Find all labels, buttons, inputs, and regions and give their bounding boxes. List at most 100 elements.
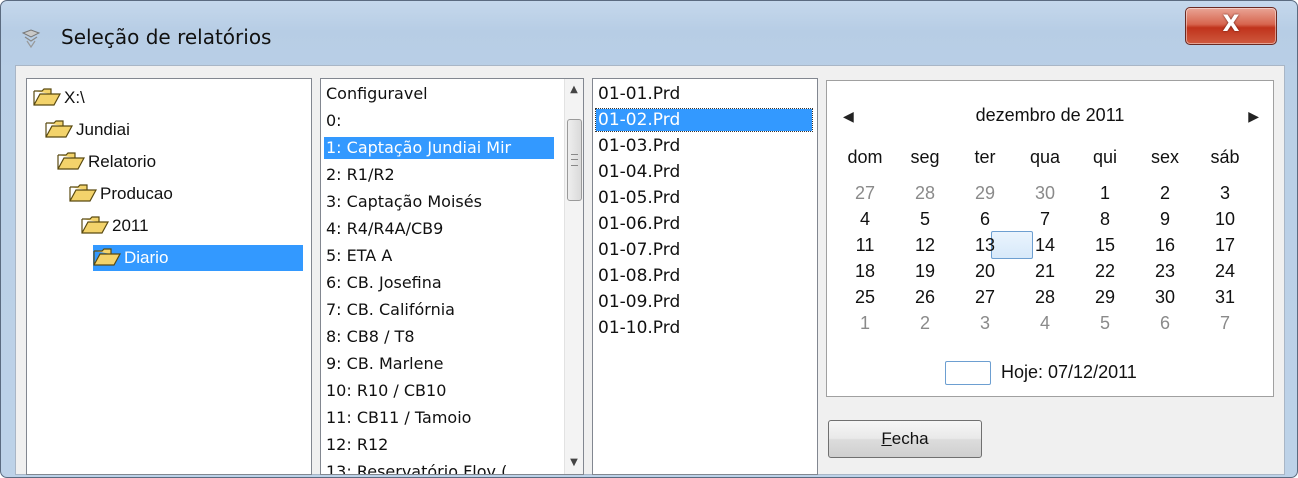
- report-list-item[interactable]: 2: R1/R2: [324, 164, 397, 186]
- file-list-item[interactable]: 01-09.Prd: [596, 291, 682, 313]
- report-list-item[interactable]: 5: ETA A: [324, 245, 394, 267]
- tree-item-label: Diario: [124, 248, 169, 267]
- file-listbox[interactable]: 01-01.Prd 01-02.Prd 01-03.Prd 01-04.Prd 01-0…: [592, 78, 818, 475]
- calendar-day[interactable]: 4: [1017, 311, 1073, 335]
- calendar-month-title[interactable]: dezembro de 2011: [827, 105, 1273, 126]
- file-list-item[interactable]: 01-07.Prd: [596, 239, 682, 261]
- calendar-day[interactable]: 3: [1197, 181, 1253, 205]
- calendar-day[interactable]: 6: [1137, 311, 1193, 335]
- calendar-day[interactable]: 12: [897, 233, 953, 257]
- calendar-day[interactable]: 25: [837, 285, 893, 309]
- calendar-day[interactable]: 28: [897, 181, 953, 205]
- report-list-item[interactable]: 9: CB. Marlene: [324, 353, 445, 375]
- file-list-item[interactable]: 01-03.Prd: [596, 135, 682, 157]
- tree-item-jundiai[interactable]: Jundiai: [45, 117, 130, 143]
- calendar-day[interactable]: 5: [897, 207, 953, 231]
- calendar-day[interactable]: 13: [957, 233, 1013, 257]
- scroll-down-arrow-icon[interactable]: ▼: [565, 454, 583, 472]
- calendar-day[interactable]: 21: [1017, 259, 1073, 283]
- open-folder-icon: [81, 216, 109, 234]
- calendar-day[interactable]: 4: [837, 207, 893, 231]
- calendar-day[interactable]: 18: [837, 259, 893, 283]
- open-folder-icon: [33, 88, 61, 106]
- tree-item-relatorio[interactable]: Relatorio: [57, 149, 156, 175]
- calendar-day[interactable]: 9: [1137, 207, 1193, 231]
- calendar-day[interactable]: 30: [1137, 285, 1193, 309]
- calendar-day[interactable]: 16: [1137, 233, 1193, 257]
- report-list-item[interactable]: 13: Reservatório Flov (: [324, 461, 509, 474]
- report-list-item[interactable]: Configuravel: [324, 83, 430, 105]
- weekday-label: seg: [910, 147, 940, 167]
- open-folder-icon: [45, 120, 73, 138]
- calendar-day[interactable]: 27: [957, 285, 1013, 309]
- close-button[interactable]: X: [1185, 7, 1277, 45]
- grip-icon: [571, 154, 578, 166]
- calendar-day[interactable]: 31: [1197, 285, 1253, 309]
- file-list-item[interactable]: 01-05.Prd: [596, 187, 682, 209]
- calendar-day[interactable]: 17: [1197, 233, 1253, 257]
- title-bar[interactable]: Seleção de relatórios X: [1, 1, 1297, 63]
- calendar-day[interactable]: 8: [1077, 207, 1133, 231]
- right-triangle-icon[interactable]: ▶: [1248, 109, 1259, 125]
- file-list-item[interactable]: 01-02.Prd: [595, 108, 813, 132]
- calendar-day[interactable]: 29: [957, 181, 1013, 205]
- calendar-day[interactable]: 5: [1077, 311, 1133, 335]
- dialog-window: Seleção de relatórios X X:\ Jundiai Relato…: [0, 0, 1298, 478]
- tree-item-diario[interactable]: Diario: [93, 245, 303, 271]
- report-list-scrollbar[interactable]: ▲ ▼: [564, 79, 583, 474]
- calendar-day[interactable]: 19: [897, 259, 953, 283]
- calendar-day[interactable]: 7: [1197, 311, 1253, 335]
- calendar-day[interactable]: 1: [1077, 181, 1133, 205]
- weekday-label: qui: [1092, 147, 1118, 167]
- tree-item-x-[interactable]: X:\: [33, 85, 85, 111]
- calendar-day[interactable]: 7: [1017, 207, 1073, 231]
- calendar-day[interactable]: 23: [1137, 259, 1193, 283]
- calendar-day[interactable]: 27: [837, 181, 893, 205]
- report-list-item[interactable]: 10: R10 / CB10: [324, 380, 448, 402]
- file-list-item[interactable]: 01-01.Prd: [596, 83, 682, 105]
- calendar-day[interactable]: 22: [1077, 259, 1133, 283]
- file-list-item[interactable]: 01-04.Prd: [596, 161, 682, 183]
- calendar-day[interactable]: 28: [1017, 285, 1073, 309]
- tree-item-2011[interactable]: 2011: [81, 213, 149, 239]
- calendar-day[interactable]: 30: [1017, 181, 1073, 205]
- calendar-day[interactable]: 6: [957, 207, 1013, 231]
- weekday-label: dom: [847, 147, 883, 167]
- weekday-label: ter: [974, 147, 996, 167]
- calendar-day[interactable]: 15: [1077, 233, 1133, 257]
- month-calendar[interactable]: ◀ dezembro de 2011 ▶ dom seg ter qua qui sex s…: [826, 80, 1274, 397]
- tree-item-label: X:\: [64, 88, 85, 107]
- calendar-day[interactable]: 14: [1017, 233, 1073, 257]
- report-list-item[interactable]: 7: CB. Califórnia: [324, 299, 457, 321]
- calendar-day[interactable]: 2: [1137, 181, 1193, 205]
- report-list-item[interactable]: 3: Captação Moisés: [324, 191, 484, 213]
- file-list-item[interactable]: 01-08.Prd: [596, 265, 682, 287]
- calendar-day[interactable]: 29: [1077, 285, 1133, 309]
- calendar-day[interactable]: 10: [1197, 207, 1253, 231]
- calendar-day[interactable]: 3: [957, 311, 1013, 335]
- calendar-day[interactable]: 1: [837, 311, 893, 335]
- report-list-item[interactable]: 8: CB8 / T8: [324, 326, 417, 348]
- scroll-up-arrow-icon[interactable]: ▲: [565, 81, 583, 99]
- scroll-thumb[interactable]: [567, 119, 582, 201]
- file-list-item[interactable]: 01-10.Prd: [596, 317, 682, 339]
- report-list-item[interactable]: 6: CB. Josefina: [324, 272, 444, 294]
- calendar-day[interactable]: 2: [897, 311, 953, 335]
- calendar-day[interactable]: 26: [897, 285, 953, 309]
- report-listbox[interactable]: Configuravel 0: 1: Captação Jundiai Mir 2: …: [320, 78, 584, 475]
- today-link[interactable]: Hoje: 07/12/2011: [1001, 362, 1137, 383]
- report-list-item[interactable]: 0:: [324, 110, 344, 132]
- report-list-item[interactable]: 12: R12: [324, 434, 390, 456]
- report-list-item[interactable]: 4: R4/R4A/CB9: [324, 218, 445, 240]
- calendar-day[interactable]: 20: [957, 259, 1013, 283]
- fecha-button[interactable]: Fecha: [828, 420, 982, 458]
- report-list-item[interactable]: 11: CB11 / Tamoio: [324, 407, 473, 429]
- tree-item-producao[interactable]: Producao: [69, 181, 173, 207]
- folder-tree[interactable]: X:\ Jundiai Relatorio Producao 2011 Diario: [26, 78, 312, 475]
- today-marker: [945, 361, 991, 385]
- calendar-day[interactable]: 24: [1197, 259, 1253, 283]
- calendar-day[interactable]: 11: [837, 233, 893, 257]
- report-list-item[interactable]: 1: Captação Jundiai Mir: [324, 137, 554, 159]
- file-list-item[interactable]: 01-06.Prd: [596, 213, 682, 235]
- weekday-label: qua: [1029, 147, 1061, 167]
